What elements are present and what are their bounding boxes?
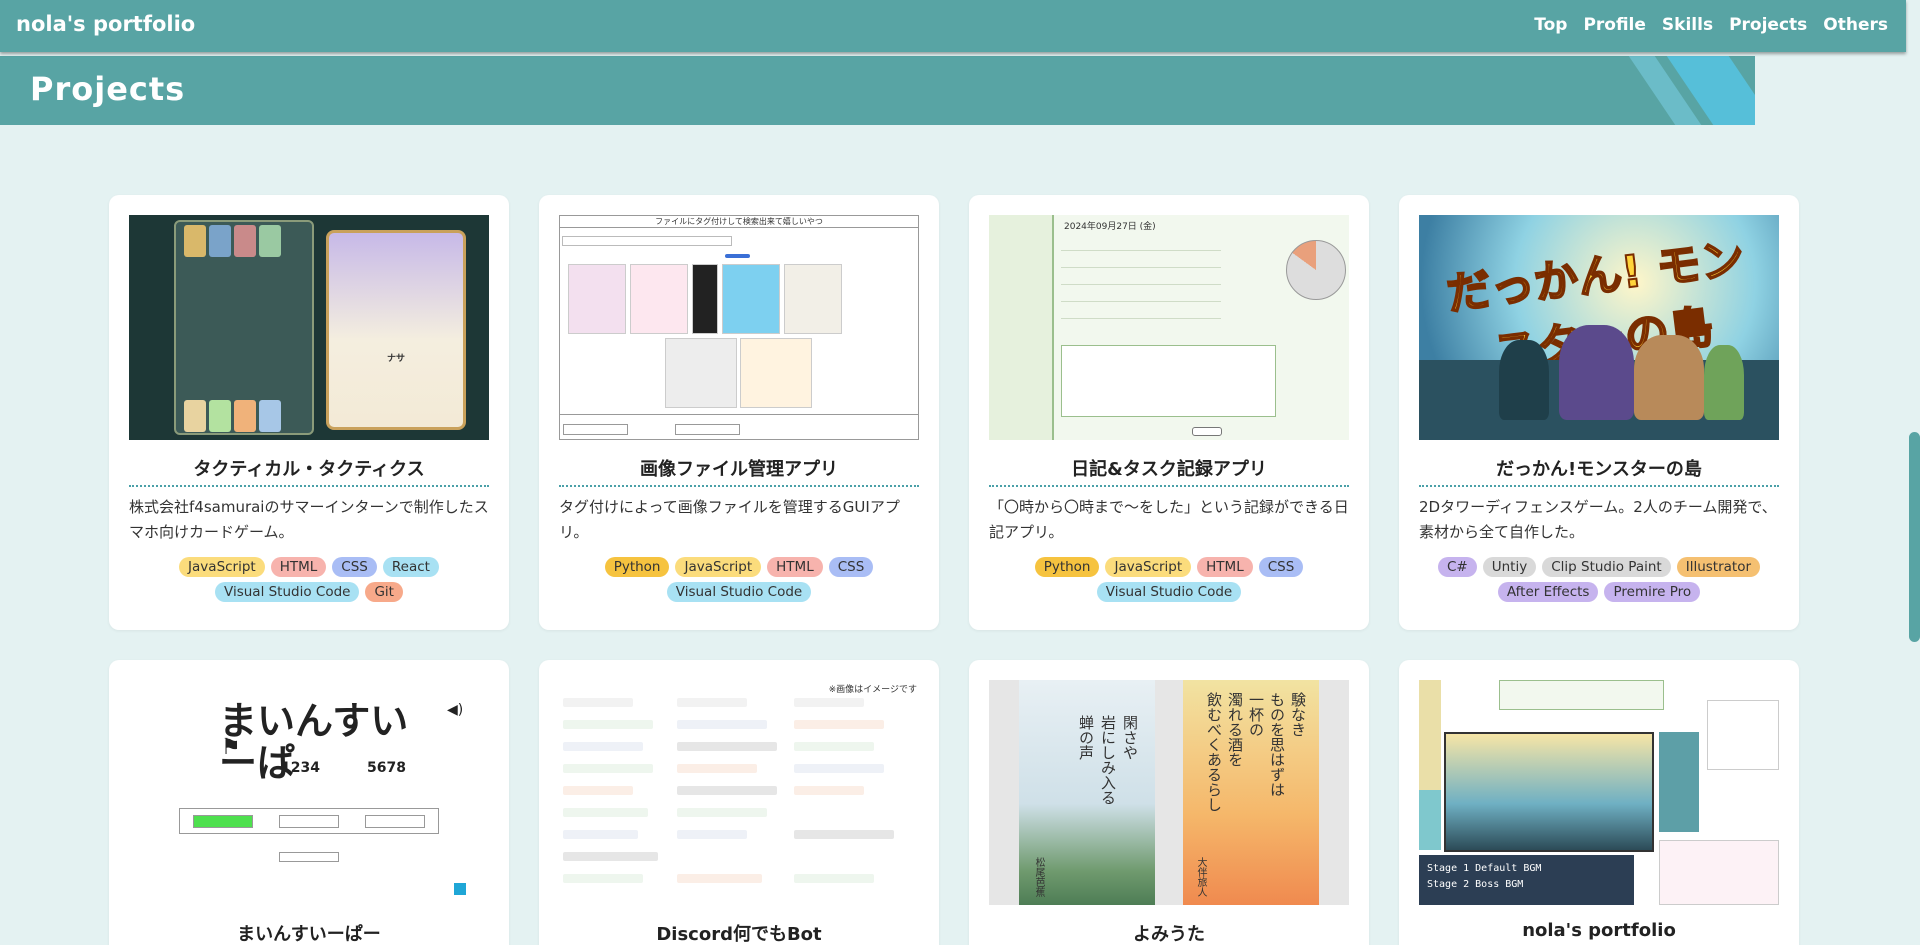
tag: HTML: [270, 557, 327, 577]
sound-icon: ◀): [447, 702, 464, 718]
project-card-discord-bot[interactable]: ※画像はイメージです Discord何でもBot: [539, 660, 939, 945]
project-title: まいんすいーぱー: [129, 920, 489, 945]
project-card-yomiuta[interactable]: 閑さや 岩にしみ入る 蝉の声 松尾芭蕉 験なき ものを思はずは 一杯の 濁れる酒…: [969, 660, 1369, 945]
poet-name: 大伴旅人: [1195, 857, 1206, 897]
project-description: タグ付けによって画像ファイルを管理するGUIアプリ。: [559, 498, 900, 541]
project-thumbnail: 閑さや 岩にしみ入る 蝉の声 松尾芭蕉 験なき ものを思はずは 一杯の 濁れる酒…: [989, 680, 1349, 905]
nav-others[interactable]: Others: [1823, 15, 1888, 35]
poet-name: 松尾芭蕉: [1033, 857, 1044, 897]
project-card-monster-island[interactable]: だっかん! モンスターの島 だっかん!モンスターの島 2Dタワーディフェンスゲー…: [1399, 195, 1799, 630]
tag: CSS: [828, 557, 874, 577]
tag: Illustrator: [1676, 557, 1761, 577]
tag: Premire Pro: [1604, 582, 1701, 602]
project-description: 「〇時から〇時まで〜をした」という記録ができる日記アプリ。: [989, 498, 1349, 541]
tag: CSS: [332, 557, 377, 577]
tag-list: C# Untiy Clip Studio Paint Illustrator A…: [1419, 557, 1779, 602]
project-card-tactical[interactable]: ナサ タクティカル・タクティクス 株式会社f4samuraiのサマーインターンで…: [109, 195, 509, 630]
poem-line: 蝉の声: [1077, 715, 1095, 760]
project-thumbnail: Stage 1 Default BGM Stage 2 Boss BGM: [1419, 680, 1779, 905]
tag: HTML: [767, 557, 823, 577]
tag: Visual Studio Code: [215, 582, 360, 602]
level-buttons: [179, 808, 439, 834]
tag: CSS: [1258, 557, 1304, 577]
poem-line: 閑さや: [1121, 715, 1139, 760]
scrollbar-thumb[interactable]: [1909, 432, 1920, 642]
project-card-portfolio[interactable]: Stage 1 Default BGM Stage 2 Boss BGM nol…: [1399, 660, 1799, 945]
tag: Python: [1034, 557, 1100, 577]
poem-card-right: 験なき ものを思はずは 一杯の 濁れる酒を 飲むべくあるらし 大伴旅人: [1183, 680, 1319, 905]
top-navbar: nola's portfolio Top Profile Skills Proj…: [0, 0, 1906, 52]
tag: After Effects: [1497, 582, 1599, 602]
tag: JavaScript: [675, 557, 762, 577]
tag: Visual Studio Code: [666, 582, 812, 602]
app-sidebar: [989, 215, 1054, 440]
game-screenshot: [1444, 732, 1654, 852]
tag: Git: [365, 582, 403, 602]
project-thumbnail: 2024年09月27日 (金): [989, 215, 1349, 440]
tag: JavaScript: [1105, 557, 1192, 577]
poem-line: 濁れる酒を: [1226, 692, 1244, 767]
project-title: よみうた: [989, 920, 1349, 945]
bgm-panel: Stage 1 Default BGM Stage 2 Boss BGM: [1419, 855, 1634, 905]
tag-list: JavaScript HTML CSS React Visual Studio …: [129, 557, 489, 602]
project-title: 日記&タスク記録アプリ: [989, 455, 1349, 487]
app-titlebar: ファイルにタグ付けして検索出来て嬉しいやつ: [560, 216, 918, 228]
poem-line: ものを思はずは: [1268, 692, 1286, 797]
section-title: Projects: [30, 70, 186, 108]
tag: C#: [1437, 557, 1477, 577]
poem-line: 験なき: [1289, 692, 1307, 737]
site-brand[interactable]: nola's portfolio: [16, 12, 195, 36]
tag: HTML: [1197, 557, 1253, 577]
project-card-image-manager[interactable]: ファイルにタグ付けして検索出来て嬉しいやつ 画像ファイル管理アプリ タグ付けによ…: [539, 195, 939, 630]
project-title: 画像ファイル管理アプリ: [559, 455, 919, 487]
nav-skills[interactable]: Skills: [1662, 15, 1713, 35]
poem-card-left: 閑さや 岩にしみ入る 蝉の声 松尾芭蕉: [1019, 680, 1155, 905]
section-header: Projects: [0, 56, 1755, 125]
app-date: 2024年09月27日 (金): [1064, 222, 1156, 232]
project-title: タクティカル・タクティクス: [129, 455, 489, 487]
nav-projects[interactable]: Projects: [1729, 15, 1807, 35]
tag: Clip Studio Paint: [1542, 557, 1671, 577]
project-thumbnail: まいんすいーぱ 1234 5678 ⚑ ◀): [129, 680, 489, 905]
flag-icon: ⚑: [221, 735, 241, 760]
poem-line: 飲むべくあるらし: [1205, 692, 1223, 812]
main-nav: Top Profile Skills Projects Others: [1534, 15, 1888, 35]
tag: JavaScript: [179, 557, 265, 577]
stage-line: Stage 1 Default BGM: [1427, 863, 1542, 874]
tag-list: Python JavaScript HTML CSS Visual Studio…: [559, 557, 919, 602]
poem-line: 一杯の: [1247, 692, 1265, 737]
poem-line: 岩にしみ入る: [1099, 715, 1117, 805]
project-card-diary-app[interactable]: 2024年09月27日 (金) 日記&タスク記録アプリ 「〇時から〇時まで〜をし…: [969, 195, 1369, 630]
diary-textarea: [1061, 345, 1276, 417]
project-description: 株式会社f4samuraiのサマーインターンで制作したスマホ向けカードゲーム。: [129, 498, 489, 541]
tag: Untiy: [1482, 557, 1537, 577]
score-right: 5678: [367, 760, 406, 776]
tag-list: Python JavaScript HTML CSS Visual Studio…: [989, 557, 1349, 602]
time-pie-icon: [1286, 240, 1346, 300]
tag: React: [382, 557, 439, 577]
score-left: 1234: [281, 760, 320, 776]
card-art: ナサ: [326, 230, 466, 430]
tag: Visual Studio Code: [1096, 582, 1242, 602]
project-thumbnail: だっかん! モンスターの島: [1419, 215, 1779, 440]
project-thumbnail: ナサ: [129, 215, 489, 440]
stage-line: Stage 2 Boss BGM: [1427, 879, 1524, 890]
image-note: ※画像はイメージです: [828, 685, 917, 695]
project-card-minesweeper[interactable]: まいんすいーぱ 1234 5678 ⚑ ◀) まいんすいーぱー: [109, 660, 509, 945]
project-thumbnail: ※画像はイメージです: [559, 680, 919, 905]
project-description: 2Dタワーディフェンスゲーム。2人のチーム開発で、素材から全て自作した。: [1419, 498, 1777, 541]
project-title: だっかん!モンスターの島: [1419, 455, 1779, 487]
project-title: nola's portfolio: [1419, 920, 1779, 945]
project-thumbnail: ファイルにタグ付けして検索出来て嬉しいやつ: [559, 215, 919, 440]
project-title: Discord何でもBot: [559, 920, 919, 945]
nav-top[interactable]: Top: [1534, 15, 1567, 35]
tag: Python: [604, 557, 670, 577]
nav-profile[interactable]: Profile: [1583, 15, 1645, 35]
card-name: ナサ: [386, 354, 405, 364]
